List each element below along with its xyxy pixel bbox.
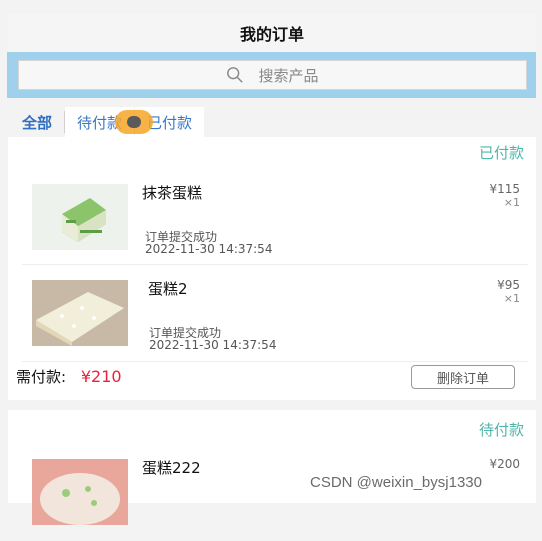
order-time: 2022-11-30 14:37:54 [145, 242, 273, 256]
order-total: 需付款: ¥210 [16, 366, 122, 387]
search-icon [227, 67, 244, 83]
touch-indicator [115, 110, 153, 134]
order-item[interactable]: 蛋糕222 ¥200 [22, 447, 528, 541]
watermark: CSDN @weixin_bysj1330 [310, 474, 482, 491]
order-status: 待付款 [478, 421, 524, 439]
product-thumbnail-matcha-cake [32, 184, 128, 250]
product-price: ¥95 [497, 278, 520, 292]
order-item[interactable]: 抹茶蛋糕 ¥115 ×1 订单提交成功 2022-11-30 14:37:54 [22, 170, 528, 265]
page-title: 我的订单 [239, 25, 304, 44]
product-name: 蛋糕222 [142, 459, 201, 477]
delete-order-label: 删除订单 [436, 371, 489, 387]
product-qty: ×1 [503, 292, 520, 305]
order-item[interactable]: 蛋糕2 ¥95 ×1 订单提交成功 2022-11-30 14:37:54 [22, 267, 528, 362]
product-price: ¥200 [489, 457, 520, 471]
order-tabs: 全部 待付款 已付款 [10, 107, 536, 143]
product-qty: ×1 [503, 196, 520, 209]
product-name: 蛋糕2 [148, 280, 188, 298]
product-price: ¥115 [489, 182, 520, 196]
tab-all[interactable]: 全部 [10, 107, 64, 143]
touch-indicator-center [127, 116, 141, 128]
product-thumbnail-cake [32, 280, 128, 346]
product-thumbnail-cake-222 [32, 459, 128, 525]
product-name: 抹茶蛋糕 [142, 184, 203, 202]
search-input[interactable]: 搜索产品 [18, 60, 527, 90]
total-amount: ¥210 [80, 367, 122, 386]
tab-all-label: 全部 [22, 113, 53, 132]
search-placeholder: 搜索产品 [258, 66, 319, 85]
order-status: 已付款 [478, 144, 524, 162]
order-card: 已付款 抹茶蛋糕 ¥115 ×1 订单提交成功 2022-11-30 14:37… [8, 137, 536, 400]
tab-paid-label: 已付款 [147, 113, 193, 132]
total-label: 需付款: [16, 368, 67, 386]
order-time: 2022-11-30 14:37:54 [149, 338, 277, 352]
search-bar: 搜索产品 [7, 52, 536, 98]
delete-order-button[interactable]: 删除订单 [411, 365, 515, 389]
page-header: 我的订单 [8, 14, 536, 52]
